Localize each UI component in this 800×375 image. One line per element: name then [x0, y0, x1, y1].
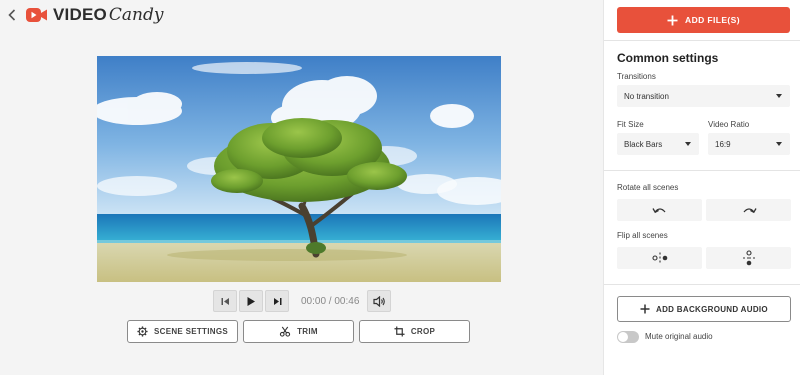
crop-button[interactable]: CROP [359, 320, 470, 343]
transitions-select[interactable]: No transition [617, 85, 790, 107]
volume-button[interactable] [367, 290, 392, 312]
flip-label: Flip all scenes [617, 231, 668, 240]
caret-down-icon [776, 142, 782, 146]
player-controls: 00:00 / 00:46 [213, 289, 393, 313]
crop-icon [394, 326, 405, 337]
common-settings-title: Common settings [617, 51, 719, 65]
scissors-icon [279, 326, 291, 337]
divider [604, 40, 800, 41]
trim-button[interactable]: TRIM [243, 320, 354, 343]
chevron-left-icon [8, 9, 16, 21]
rotate-left-icon [651, 208, 665, 214]
top-bar: VIDEO Candy [0, 0, 600, 30]
flip-vertical-icon [742, 250, 755, 266]
play-button[interactable] [239, 290, 263, 312]
scene-settings-label: SCENE SETTINGS [154, 327, 228, 336]
trim-label: TRIM [297, 327, 318, 336]
mute-original-audio-toggle[interactable] [617, 331, 639, 343]
toggle-knob [618, 332, 628, 342]
gear-icon [137, 326, 148, 337]
rotate-label: Rotate all scenes [617, 183, 679, 192]
video-preview[interactable] [97, 56, 501, 282]
play-icon [247, 296, 255, 306]
add-files-button[interactable]: ADD FILE(S) [617, 7, 790, 33]
crop-label: CROP [410, 327, 436, 336]
logo-word: VIDEO [53, 5, 107, 24]
divider [604, 284, 800, 285]
editor-workspace: VIDEO Candy 00:00 / 00:46 SCENE SETTINGS… [0, 0, 600, 375]
video-ratio-select[interactable]: 16:9 [708, 133, 790, 155]
video-camera-logo-icon [26, 8, 47, 22]
caret-down-icon [776, 94, 782, 98]
logo[interactable]: VIDEO Candy [26, 5, 163, 25]
flip-horizontal-button[interactable] [617, 247, 702, 269]
add-background-audio-button[interactable]: ADD BACKGROUND AUDIO [617, 296, 791, 322]
transitions-value: No transition [624, 91, 669, 101]
scene-tools: SCENE SETTINGS TRIM CROP [127, 320, 470, 343]
scene-settings-button[interactable]: SCENE SETTINGS [127, 320, 238, 343]
mute-original-audio-label: Mute original audio [645, 332, 713, 341]
add-background-audio-label: ADD BACKGROUND AUDIO [656, 304, 768, 314]
rotate-right-icon [743, 208, 757, 214]
plus-icon [667, 15, 678, 25]
skip-forward-icon [273, 297, 281, 305]
back-button[interactable] [6, 7, 18, 23]
speaker-icon [373, 295, 385, 307]
rotate-right-button[interactable] [706, 199, 791, 221]
logo-script: Candy [108, 5, 164, 25]
rotate-left-button[interactable] [617, 199, 702, 221]
video-ratio-value: 16:9 [715, 139, 731, 149]
settings-panel: ADD FILE(S) Common settings Transitions … [603, 0, 800, 375]
skip-back-button[interactable] [213, 290, 237, 312]
skip-back-icon [221, 297, 229, 305]
playback-time: 00:00 / 00:46 [301, 295, 360, 307]
skip-forward-button[interactable] [265, 290, 289, 312]
fit-size-select[interactable]: Black Bars [617, 133, 699, 155]
fit-size-label: Fit Size [617, 120, 644, 129]
divider [604, 170, 800, 171]
flip-horizontal-icon [651, 252, 667, 263]
add-files-label: ADD FILE(S) [685, 15, 740, 25]
fit-size-value: Black Bars [624, 139, 663, 149]
plus-icon [640, 304, 650, 314]
caret-down-icon [685, 142, 691, 146]
flip-vertical-button[interactable] [706, 247, 791, 269]
transitions-label: Transitions [617, 72, 656, 81]
video-ratio-label: Video Ratio [708, 120, 750, 129]
preview-image [97, 56, 501, 282]
